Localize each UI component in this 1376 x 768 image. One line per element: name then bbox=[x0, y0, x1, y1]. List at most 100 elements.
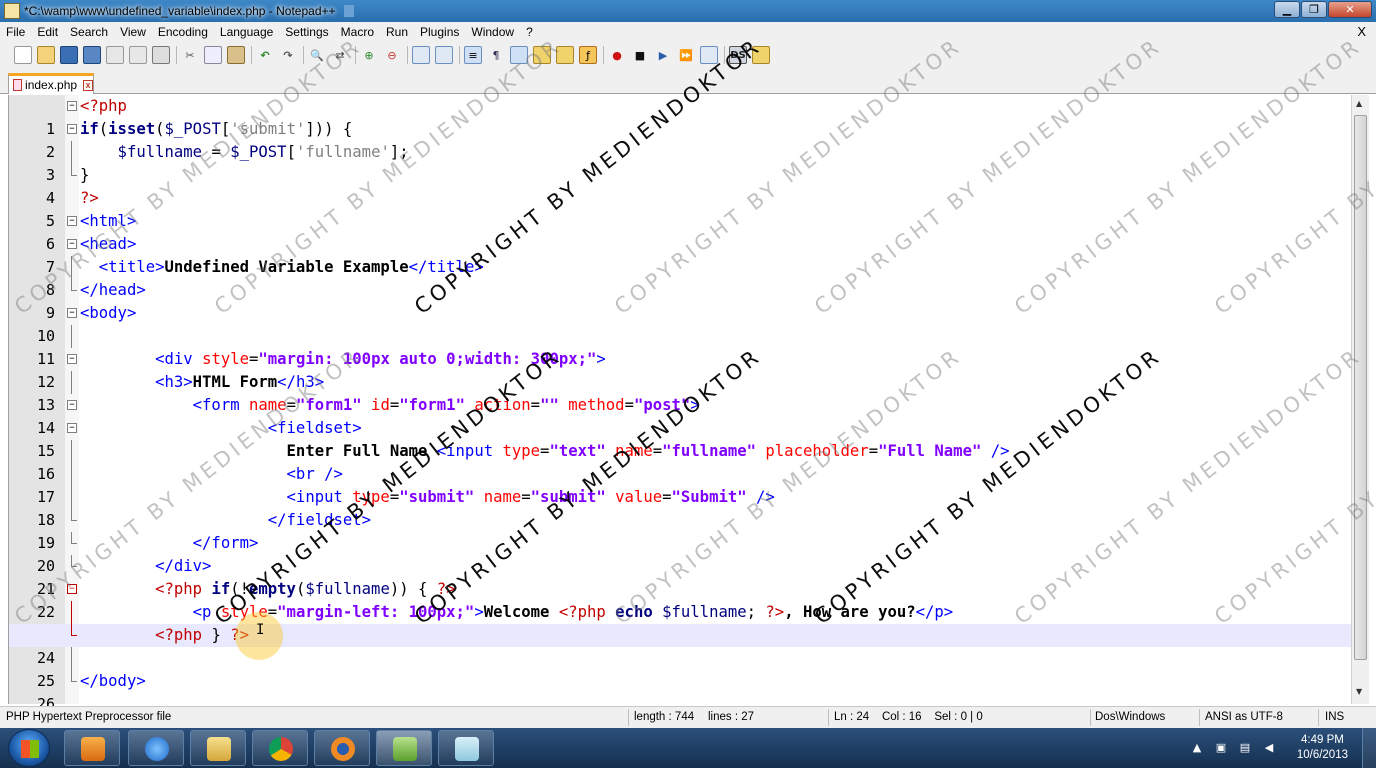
code-text: </fieldset> bbox=[80, 511, 372, 529]
sync-vertical-icon[interactable] bbox=[412, 46, 430, 64]
save-all-icon[interactable] bbox=[83, 46, 101, 64]
fold-toggle-icon[interactable]: − bbox=[67, 354, 77, 364]
clock-date: 10/6/2013 bbox=[1296, 749, 1348, 761]
code-text: ?> bbox=[80, 189, 99, 207]
fold-toggle-icon[interactable]: − bbox=[67, 124, 77, 134]
code-line-current: 24 <?php } ?> bbox=[9, 624, 1352, 667]
fold-toggle-icon[interactable]: − bbox=[67, 423, 77, 433]
close-icon[interactable] bbox=[106, 46, 124, 64]
window-title: *C:\wamp\www\undefined_variable\index.ph… bbox=[24, 4, 336, 18]
volume-icon[interactable]: ◀ bbox=[1262, 741, 1276, 755]
notepad-plus-plus-icon bbox=[393, 737, 417, 761]
doc-map-icon[interactable] bbox=[556, 46, 574, 64]
cut-icon[interactable]: ✂ bbox=[181, 46, 199, 64]
plugin-icon[interactable] bbox=[752, 46, 770, 64]
run-multiple-icon[interactable]: ⏩ bbox=[677, 46, 695, 64]
menu-search[interactable]: Search bbox=[64, 25, 114, 39]
minimize-button[interactable]: ▁ bbox=[1274, 1, 1300, 18]
sync-horizontal-icon[interactable] bbox=[435, 46, 453, 64]
text-cursor-icon: I bbox=[256, 622, 265, 638]
new-file-icon[interactable] bbox=[14, 46, 32, 64]
notepad-icon bbox=[455, 737, 479, 761]
open-file-icon[interactable] bbox=[37, 46, 55, 64]
menu-encoding[interactable]: Encoding bbox=[152, 25, 214, 39]
print-icon[interactable] bbox=[152, 46, 170, 64]
menu-file[interactable]: File bbox=[0, 25, 31, 39]
stop-record-icon[interactable]: ■ bbox=[631, 46, 649, 64]
menu-plugins[interactable]: Plugins bbox=[414, 25, 465, 39]
menu-edit[interactable]: Edit bbox=[31, 25, 64, 39]
code-line: 25 bbox=[9, 647, 1352, 690]
undo-icon[interactable]: ↶ bbox=[256, 46, 274, 64]
show-hidden-icons-icon[interactable]: ▲ bbox=[1190, 741, 1204, 755]
network-icon[interactable]: ▤ bbox=[1238, 741, 1252, 755]
replace-icon[interactable]: ⇄ bbox=[331, 46, 349, 64]
taskbar-app-chrome[interactable] bbox=[252, 730, 308, 766]
tab-index-php[interactable]: index.php x bbox=[8, 73, 94, 94]
taskbar-app-internet-explorer[interactable] bbox=[128, 730, 184, 766]
menu-window[interactable]: Window bbox=[465, 25, 520, 39]
menu-settings[interactable]: Settings bbox=[279, 25, 334, 39]
code-line: 20 </form> bbox=[9, 532, 1352, 575]
taskbar-app-media-player[interactable] bbox=[64, 730, 120, 766]
fold-toggle-icon[interactable]: − bbox=[67, 400, 77, 410]
toolbar: ✂ ↶ ↷ 🔍 ⇄ ⊕ ⊖ ≡ ¶ ƒ ● ■ ▶ ⏩ DS bbox=[0, 42, 1376, 68]
find-icon[interactable]: 🔍 bbox=[308, 46, 326, 64]
code-line: 19 </fieldset> bbox=[9, 509, 1352, 552]
zoom-out-icon[interactable]: ⊖ bbox=[383, 46, 401, 64]
ds-icon[interactable]: DS bbox=[729, 46, 747, 64]
code-text: <?php bbox=[80, 97, 127, 115]
menu-run[interactable]: Run bbox=[380, 25, 414, 39]
code-area[interactable]: 1 − <?php 2 − if(isset($_POST['submit'])… bbox=[9, 95, 1352, 713]
menu-language[interactable]: Language bbox=[214, 25, 279, 39]
redo-icon[interactable]: ↷ bbox=[279, 46, 297, 64]
scrollbar-thumb[interactable] bbox=[1354, 115, 1367, 660]
clock[interactable]: 4:49 PM 10/6/2013 bbox=[1297, 733, 1348, 763]
paste-icon[interactable] bbox=[227, 46, 245, 64]
close-all-icon[interactable] bbox=[129, 46, 147, 64]
taskbar-app-file-explorer[interactable] bbox=[190, 730, 246, 766]
zoom-in-icon[interactable]: ⊕ bbox=[360, 46, 378, 64]
indent-guide-icon[interactable] bbox=[510, 46, 528, 64]
scroll-down-icon[interactable]: ▼ bbox=[1356, 687, 1362, 696]
word-wrap-icon[interactable]: ≡ bbox=[464, 46, 482, 64]
menu-help[interactable]: ? bbox=[520, 25, 539, 39]
taskbar-app-firefox[interactable] bbox=[314, 730, 370, 766]
code-line: 1 − <?php bbox=[9, 95, 1352, 138]
start-button[interactable] bbox=[8, 729, 50, 767]
copy-icon[interactable] bbox=[204, 46, 222, 64]
save-macro-icon[interactable] bbox=[700, 46, 718, 64]
fold-line bbox=[71, 325, 72, 348]
fold-toggle-icon[interactable]: − bbox=[67, 308, 77, 318]
taskbar-app-notepad-plus-plus[interactable] bbox=[376, 730, 432, 766]
chrome-icon bbox=[269, 737, 293, 761]
save-icon[interactable] bbox=[60, 46, 78, 64]
fold-toggle-icon[interactable]: − bbox=[67, 216, 77, 226]
menu-bar: File Edit Search View Encoding Language … bbox=[0, 22, 1376, 42]
tab-close-icon[interactable]: x bbox=[83, 79, 93, 91]
show-desktop-button[interactable] bbox=[1362, 728, 1376, 768]
vertical-scrollbar[interactable]: ▲ ▼ bbox=[1351, 95, 1369, 704]
fold-end bbox=[71, 164, 77, 176]
menu-view[interactable]: View bbox=[114, 25, 152, 39]
unsaved-file-icon bbox=[13, 79, 23, 91]
device-icon[interactable]: ▣ bbox=[1214, 741, 1228, 755]
playback-icon[interactable]: ▶ bbox=[654, 46, 672, 64]
close-button[interactable]: ✕ bbox=[1328, 1, 1372, 18]
show-all-chars-icon[interactable]: ¶ bbox=[487, 46, 505, 64]
code-text: <h3>HTML Form</h3> bbox=[80, 373, 325, 391]
scroll-up-icon[interactable]: ▲ bbox=[1356, 99, 1362, 108]
record-macro-icon[interactable]: ● bbox=[608, 46, 626, 64]
code-text: <p style="margin-left: 100px;">Welcome <… bbox=[80, 603, 954, 621]
taskbar-app-notepad[interactable] bbox=[438, 730, 494, 766]
function-list-icon[interactable]: ƒ bbox=[579, 46, 597, 64]
fold-toggle-icon[interactable]: − bbox=[67, 584, 77, 594]
editor[interactable]: 1 − <?php 2 − if(isset($_POST['submit'])… bbox=[8, 95, 1369, 713]
fold-toggle-icon[interactable]: − bbox=[67, 101, 77, 111]
udl-icon[interactable] bbox=[533, 46, 551, 64]
close-document-button[interactable]: X bbox=[1357, 24, 1366, 39]
maximize-button[interactable]: ❐ bbox=[1301, 1, 1327, 18]
menu-macro[interactable]: Macro bbox=[335, 25, 380, 39]
fold-toggle-icon[interactable]: − bbox=[67, 239, 77, 249]
code-text: <input type="submit" name="submit" value… bbox=[80, 488, 775, 506]
